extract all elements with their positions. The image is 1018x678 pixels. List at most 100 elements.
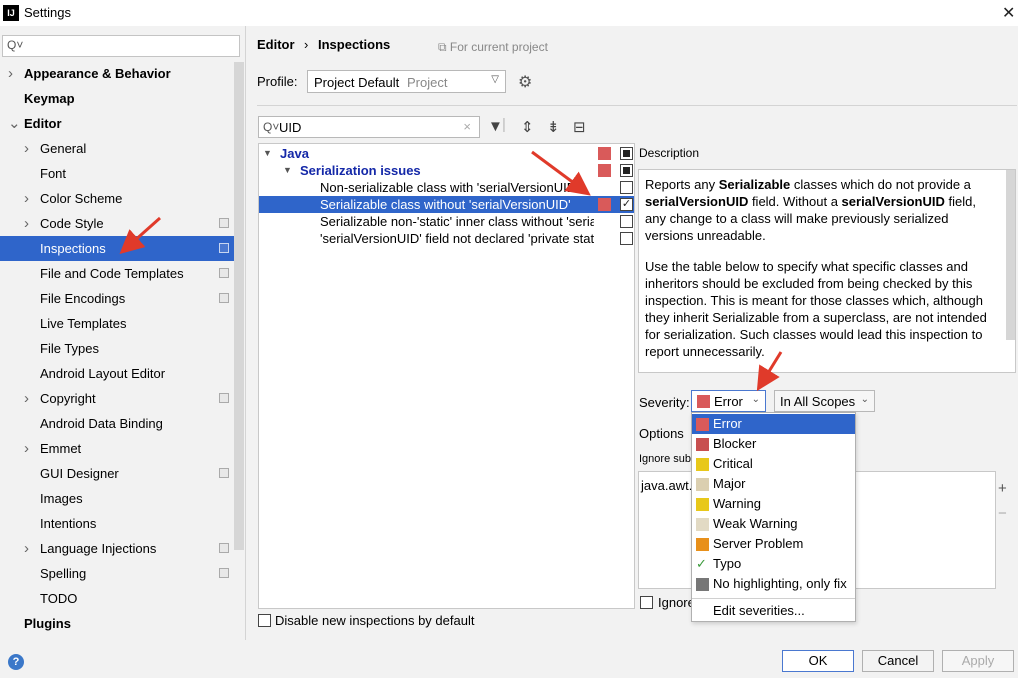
sidebar-item-emmet[interactable]: › Emmet — [0, 436, 234, 461]
project-scope-icon — [219, 568, 229, 578]
tree-row-item[interactable]: 'serialVersionUID' field not declared 'p… — [259, 230, 634, 247]
severity-dropdown-menu: Error Blocker Critical Major Warning Weak War… — [691, 412, 856, 622]
sidebar-item-android-data-binding[interactable]: Android Data Binding — [0, 411, 234, 436]
chevron-down-icon[interactable]: ▼ — [283, 162, 292, 179]
app-icon: IJ — [3, 5, 19, 21]
chevron-right-icon[interactable]: › — [24, 136, 29, 161]
severity-option-blocker[interactable]: Blocker — [692, 434, 855, 454]
sidebar-item-file-and-code-templates[interactable]: File and Code Templates — [0, 261, 234, 286]
reset-icon[interactable]: ⊟ — [573, 118, 586, 136]
description-scrollbar[interactable] — [1006, 170, 1015, 340]
severity-option-typo[interactable]: ✓ Typo — [692, 554, 855, 574]
chevron-down-icon[interactable]: ▼ — [263, 145, 272, 162]
inspection-filter-input[interactable]: Q˅ UID × — [258, 116, 480, 138]
ok-button[interactable]: OK — [782, 650, 854, 672]
add-icon[interactable]: + — [998, 480, 1007, 497]
tree-row-serialization[interactable]: ▼ Serialization issues — [259, 162, 634, 179]
tree-checkbox[interactable] — [620, 232, 633, 245]
sidebar-item-font[interactable]: Font — [0, 161, 234, 186]
tree-item-label: Serializable class without 'serialVersio… — [320, 197, 571, 212]
chevron-right-icon[interactable]: › — [24, 211, 29, 236]
tree-checkbox[interactable] — [620, 164, 633, 177]
sidebar-item-live-templates[interactable]: Live Templates — [0, 311, 234, 336]
disable-new-checkbox[interactable] — [258, 614, 271, 627]
cancel-button[interactable]: Cancel — [862, 650, 934, 672]
tree-row-item-selected[interactable]: Serializable class without 'serialVersio… — [259, 196, 634, 213]
project-scope-icon: ⧉ — [438, 40, 450, 54]
sidebar-item-plugins[interactable]: Plugins — [0, 611, 234, 636]
sidebar-item-label: Images — [40, 491, 83, 506]
sidebar-scrollbar[interactable] — [234, 62, 244, 550]
tree-checkbox-checked[interactable]: ✓ — [620, 198, 633, 211]
severity-option-server-problem[interactable]: Server Problem — [692, 534, 855, 554]
tree-row-java[interactable]: ▼ Java — [259, 145, 634, 162]
sidebar-item-images[interactable]: Images — [0, 486, 234, 511]
profile-select[interactable]: Project Default Project ▽ — [307, 70, 506, 93]
sidebar-item-gui-designer[interactable]: GUI Designer — [0, 461, 234, 486]
sidebar-item-appearance-behavior[interactable]: › Appearance & Behavior — [0, 61, 234, 86]
tree-item-label: Serializable non-'static' inner class wi… — [320, 214, 594, 229]
chevron-right-icon[interactable]: › — [24, 186, 29, 211]
help-icon[interactable]: ? — [8, 654, 24, 670]
filter-icon[interactable]: ▼ — [488, 118, 503, 135]
severity-option-label: Major — [713, 476, 746, 491]
severity-option-no-highlighting-only-fix[interactable]: No highlighting, only fix — [692, 574, 855, 594]
sidebar-item-label: Color Scheme — [40, 191, 123, 206]
sidebar-item-copyright[interactable]: › Copyright — [0, 386, 234, 411]
sidebar-item-file-encodings[interactable]: File Encodings — [0, 286, 234, 311]
tree-checkbox[interactable] — [620, 215, 633, 228]
sidebar-item-label: Code Style — [40, 216, 104, 231]
sidebar-item-file-types[interactable]: File Types — [0, 336, 234, 361]
collapse-all-icon[interactable]: ⇟ — [547, 118, 560, 136]
severity-option-weak-warning[interactable]: Weak Warning — [692, 514, 855, 534]
sidebar-item-color-scheme[interactable]: › Color Scheme — [0, 186, 234, 211]
chevron-right-icon[interactable]: › — [24, 536, 29, 561]
tree-checkbox[interactable] — [620, 181, 633, 194]
sidebar-item-label: Inspections — [40, 241, 106, 256]
sidebar-item-code-style[interactable]: › Code Style — [0, 211, 234, 236]
tree-item-label: Non-serializable class with 'serialVersi… — [320, 180, 579, 195]
sidebar-item-keymap[interactable]: Keymap — [0, 86, 234, 111]
tree-java-label: Java — [280, 146, 309, 161]
sidebar-item-label: Language Injections — [40, 541, 157, 556]
chevron-right-icon[interactable]: › — [24, 386, 29, 411]
severity-swatch — [598, 198, 611, 211]
severity-select[interactable]: Error ⌄ — [691, 390, 766, 412]
clear-icon[interactable]: × — [463, 119, 471, 134]
sidebar-item-android-layout-editor[interactable]: Android Layout Editor — [0, 361, 234, 386]
severity-option-critical[interactable]: Critical — [692, 454, 855, 474]
sidebar-item-inspections[interactable]: Inspections — [0, 236, 234, 261]
sidebar-item-todo[interactable]: TODO — [0, 586, 234, 611]
sidebar-search-input[interactable]: Q˅ — [2, 35, 240, 57]
project-scope-icon — [219, 468, 229, 478]
remove-icon[interactable]: − — [998, 505, 1007, 522]
desc-text-part: classes which do not provide a — [790, 177, 971, 192]
sidebar-item-label: File and Code Templates — [40, 266, 184, 281]
ignore-checkbox[interactable] — [640, 596, 653, 609]
severity-option-major[interactable]: Major — [692, 474, 855, 494]
sidebar-item-editor[interactable]: ⌄ Editor — [0, 111, 234, 136]
gear-icon[interactable]: ⚙ — [518, 72, 532, 92]
chevron-right-icon[interactable]: › — [24, 436, 29, 461]
chevron-down-icon: ▽ — [491, 74, 499, 85]
sidebar-item-language-injections[interactable]: › Language Injections — [0, 536, 234, 561]
severity-option-label: Error — [713, 416, 742, 431]
scope-select[interactable]: In All Scopes ⌄ — [774, 390, 875, 412]
sidebar-item-general[interactable]: › General — [0, 136, 234, 161]
chevron-down-icon[interactable]: ⌄ — [8, 111, 21, 136]
sidebar-item-spelling[interactable]: Spelling — [0, 561, 234, 586]
severity-option-warning[interactable]: Warning — [692, 494, 855, 514]
chevron-right-icon[interactable]: › — [8, 61, 13, 86]
severity-swatch — [696, 458, 709, 471]
close-icon[interactable]: ✕ — [1002, 3, 1015, 23]
expand-all-icon[interactable]: ⇕ — [521, 118, 534, 136]
sidebar-item-label: General — [40, 141, 87, 156]
tree-checkbox[interactable] — [620, 147, 633, 160]
edit-severities-item[interactable]: Edit severities... — [692, 601, 855, 621]
apply-button[interactable]: Apply — [942, 650, 1014, 672]
sidebar-item-intentions[interactable]: Intentions — [0, 511, 234, 536]
ignore-list-item[interactable]: java.awt. — [641, 478, 692, 493]
tree-row-item[interactable]: Non-serializable class with 'serialVersi… — [259, 179, 634, 196]
severity-option-error[interactable]: Error — [692, 414, 855, 434]
tree-row-item[interactable]: Serializable non-'static' inner class wi… — [259, 213, 634, 230]
